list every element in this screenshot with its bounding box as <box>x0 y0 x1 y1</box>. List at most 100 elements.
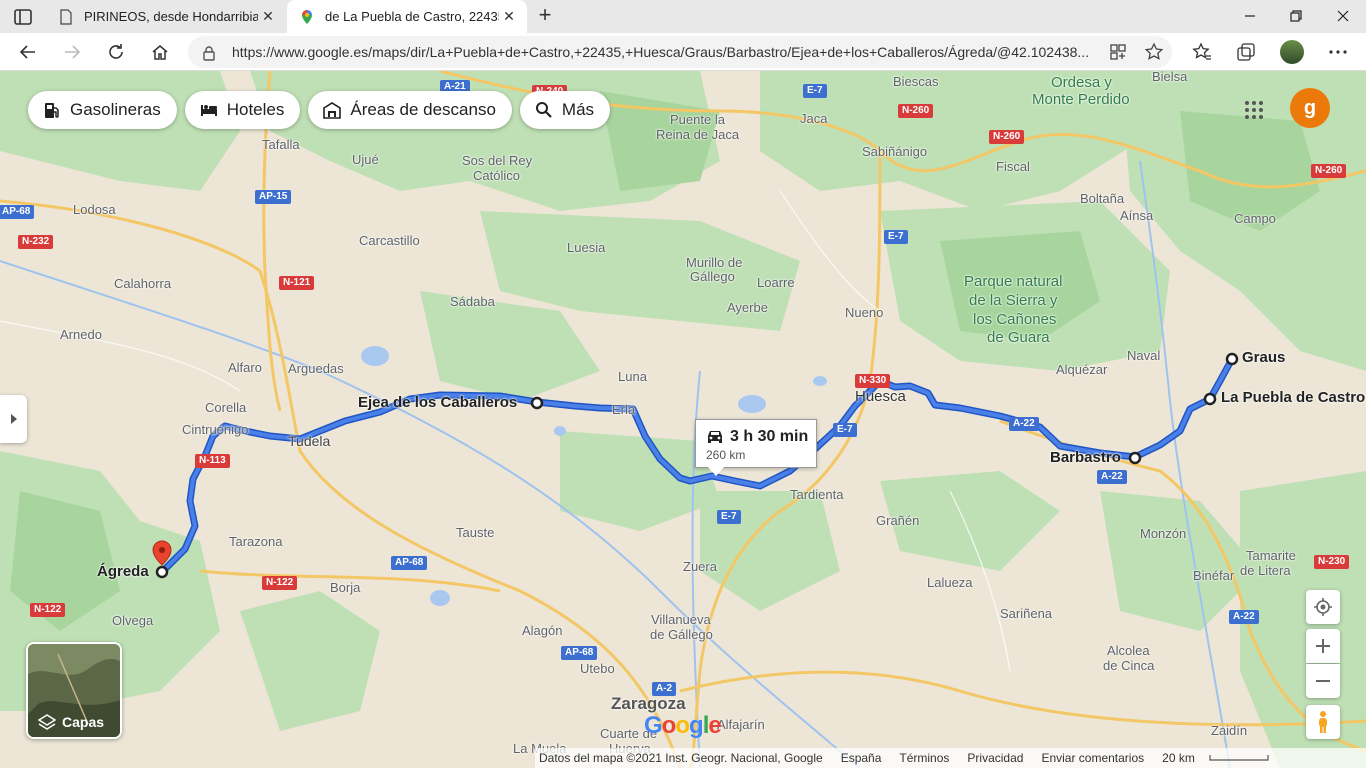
chip-label: Gasolineras <box>70 100 161 119</box>
restore-button[interactable] <box>1273 0 1319 32</box>
street-view-pegman[interactable] <box>1306 705 1340 739</box>
feedback-link[interactable]: Enviar comentarios <box>1041 751 1144 765</box>
collections-icon[interactable] <box>1232 38 1260 66</box>
add-favorite-icon[interactable] <box>1144 42 1164 62</box>
minus-icon <box>1316 680 1330 682</box>
place-label: Zaragoza <box>611 694 686 713</box>
map-terrain <box>0 71 1366 768</box>
stop-label-la-puebla-de-castro[interactable]: La Puebla de Castro <box>1221 390 1365 405</box>
lock-icon[interactable] <box>202 45 216 61</box>
place-label: Arguedas <box>288 361 344 376</box>
tab-pirineos[interactable]: PIRINEOS, desde Hondarribia hasta ✕ <box>46 0 286 33</box>
chip-mas[interactable]: Más <box>519 91 611 129</box>
map-data-attribution: Datos del mapa ©2021 Inst. Geogr. Nacion… <box>539 751 823 765</box>
road-shield: AP-68 <box>391 556 428 570</box>
document-icon <box>60 8 72 25</box>
road-shield: A-22 <box>1229 610 1259 624</box>
tab-actions-icon[interactable] <box>12 7 34 27</box>
chip-label: Más <box>561 100 595 119</box>
my-location-button[interactable] <box>1306 590 1340 624</box>
road-shield: E-7 <box>833 423 857 437</box>
terms-link[interactable]: Términos <box>899 751 949 765</box>
place-label: Alfaro <box>228 360 262 375</box>
bed-icon <box>200 105 217 116</box>
place-label: Huesca <box>855 388 906 405</box>
road-shield: AP-68 <box>0 205 35 219</box>
place-label: Zuera <box>683 559 717 574</box>
route-distance: 260 km <box>706 448 746 462</box>
callout-tail <box>708 467 724 476</box>
road-shield: N-230 <box>1314 555 1350 569</box>
place-label: Corella <box>205 400 247 415</box>
layers-label: Capas <box>62 714 105 730</box>
app-available-icon[interactable] <box>1108 42 1128 62</box>
zoom-in-button[interactable] <box>1306 629 1340 663</box>
google-logo: Google <box>644 712 722 739</box>
place-label: los Cañones <box>973 311 1057 328</box>
road-shield: N-122 <box>30 603 66 617</box>
close-window-button[interactable] <box>1320 0 1366 32</box>
route-time: 3 h 30 min <box>730 428 809 445</box>
tab-maps[interactable]: de La Puebla de Castro, 22435, H ✕ <box>287 0 527 33</box>
place-label: Ordesa y <box>1051 74 1112 91</box>
place-label: Sabiñánigo <box>862 144 928 159</box>
profile-avatar[interactable] <box>1278 38 1306 66</box>
place-label: Reina de Jaca <box>656 127 740 142</box>
google-apps-icon[interactable] <box>1243 99 1265 121</box>
stop-label-graus[interactable]: Graus <box>1242 350 1285 365</box>
place-label: Católico <box>473 168 520 183</box>
place-label: de Litera <box>1240 563 1291 578</box>
road-shield: A-22 <box>1009 417 1039 431</box>
road-shield: N-122 <box>262 576 298 590</box>
chip-gasolineras[interactable]: Gasolineras <box>28 91 177 129</box>
place-label: Luesia <box>567 240 606 255</box>
stop-label-barbastro[interactable]: Barbastro <box>1050 450 1121 465</box>
place-label: Tauste <box>456 525 495 540</box>
layers-toggle[interactable]: Capas <box>26 642 122 739</box>
place-label: Lalueza <box>927 575 973 590</box>
minimize-button[interactable] <box>1227 0 1273 32</box>
road-shield: N-260 <box>898 104 934 118</box>
url-text[interactable]: https://www.google.es/maps/dir/La+Puebla… <box>232 44 1102 60</box>
favorites-icon[interactable] <box>1188 38 1216 66</box>
scale-bar <box>1209 755 1269 761</box>
place-label: Sos del Rey <box>462 153 533 168</box>
home-button[interactable] <box>146 38 174 66</box>
more-options-icon[interactable] <box>1324 38 1352 66</box>
region-link[interactable]: España <box>841 751 882 765</box>
new-tab-button[interactable]: + <box>533 4 557 28</box>
place-label: Tafalla <box>262 137 300 152</box>
road-shield: E-7 <box>803 84 827 98</box>
address-bar[interactable]: https://www.google.es/maps/dir/La+Puebla… <box>188 36 1172 68</box>
expand-side-panel-button[interactable] <box>0 395 27 443</box>
scale-label[interactable]: 20 km <box>1162 751 1195 765</box>
place-label: Tarazona <box>229 534 283 549</box>
place-label: Parque natural <box>964 273 1063 290</box>
refresh-button[interactable] <box>102 38 130 66</box>
road-shield: A-22 <box>1097 470 1127 484</box>
forward-button[interactable] <box>58 38 86 66</box>
back-button[interactable] <box>14 38 42 66</box>
place-label: Ayerbe <box>727 300 768 315</box>
place-label: de Gállego <box>650 627 713 642</box>
close-tab-icon[interactable]: ✕ <box>499 8 519 25</box>
place-label: Calahorra <box>114 276 172 291</box>
search-icon <box>535 102 552 118</box>
privacy-link[interactable]: Privacidad <box>967 751 1023 765</box>
chip-areas-de-descanso[interactable]: Áreas de descanso <box>308 91 512 129</box>
place-label: Fiscal <box>996 159 1030 174</box>
close-tab-icon[interactable]: ✕ <box>258 8 278 25</box>
place-label: Campo <box>1234 211 1276 226</box>
chip-hoteles[interactable]: Hoteles <box>184 91 301 129</box>
zoom-out-button[interactable] <box>1306 664 1340 698</box>
stop-label-ejea[interactable]: Ejea de los Caballeros <box>358 395 517 410</box>
road-shield: N-113 <box>195 454 230 468</box>
plus-icon <box>1316 639 1330 653</box>
road-shield: A-2 <box>652 682 677 696</box>
place-label: Villanueva <box>651 612 711 627</box>
account-avatar[interactable]: g <box>1290 88 1330 128</box>
maps-pin-icon <box>302 9 312 24</box>
stop-label-agreda[interactable]: Ágreda <box>97 564 149 579</box>
route-duration-callout[interactable]: 3 h 30 min 260 km <box>695 419 817 476</box>
map-canvas[interactable]: Biescas Ordesa y Monte Perdido Bielsa Ja… <box>0 71 1366 768</box>
